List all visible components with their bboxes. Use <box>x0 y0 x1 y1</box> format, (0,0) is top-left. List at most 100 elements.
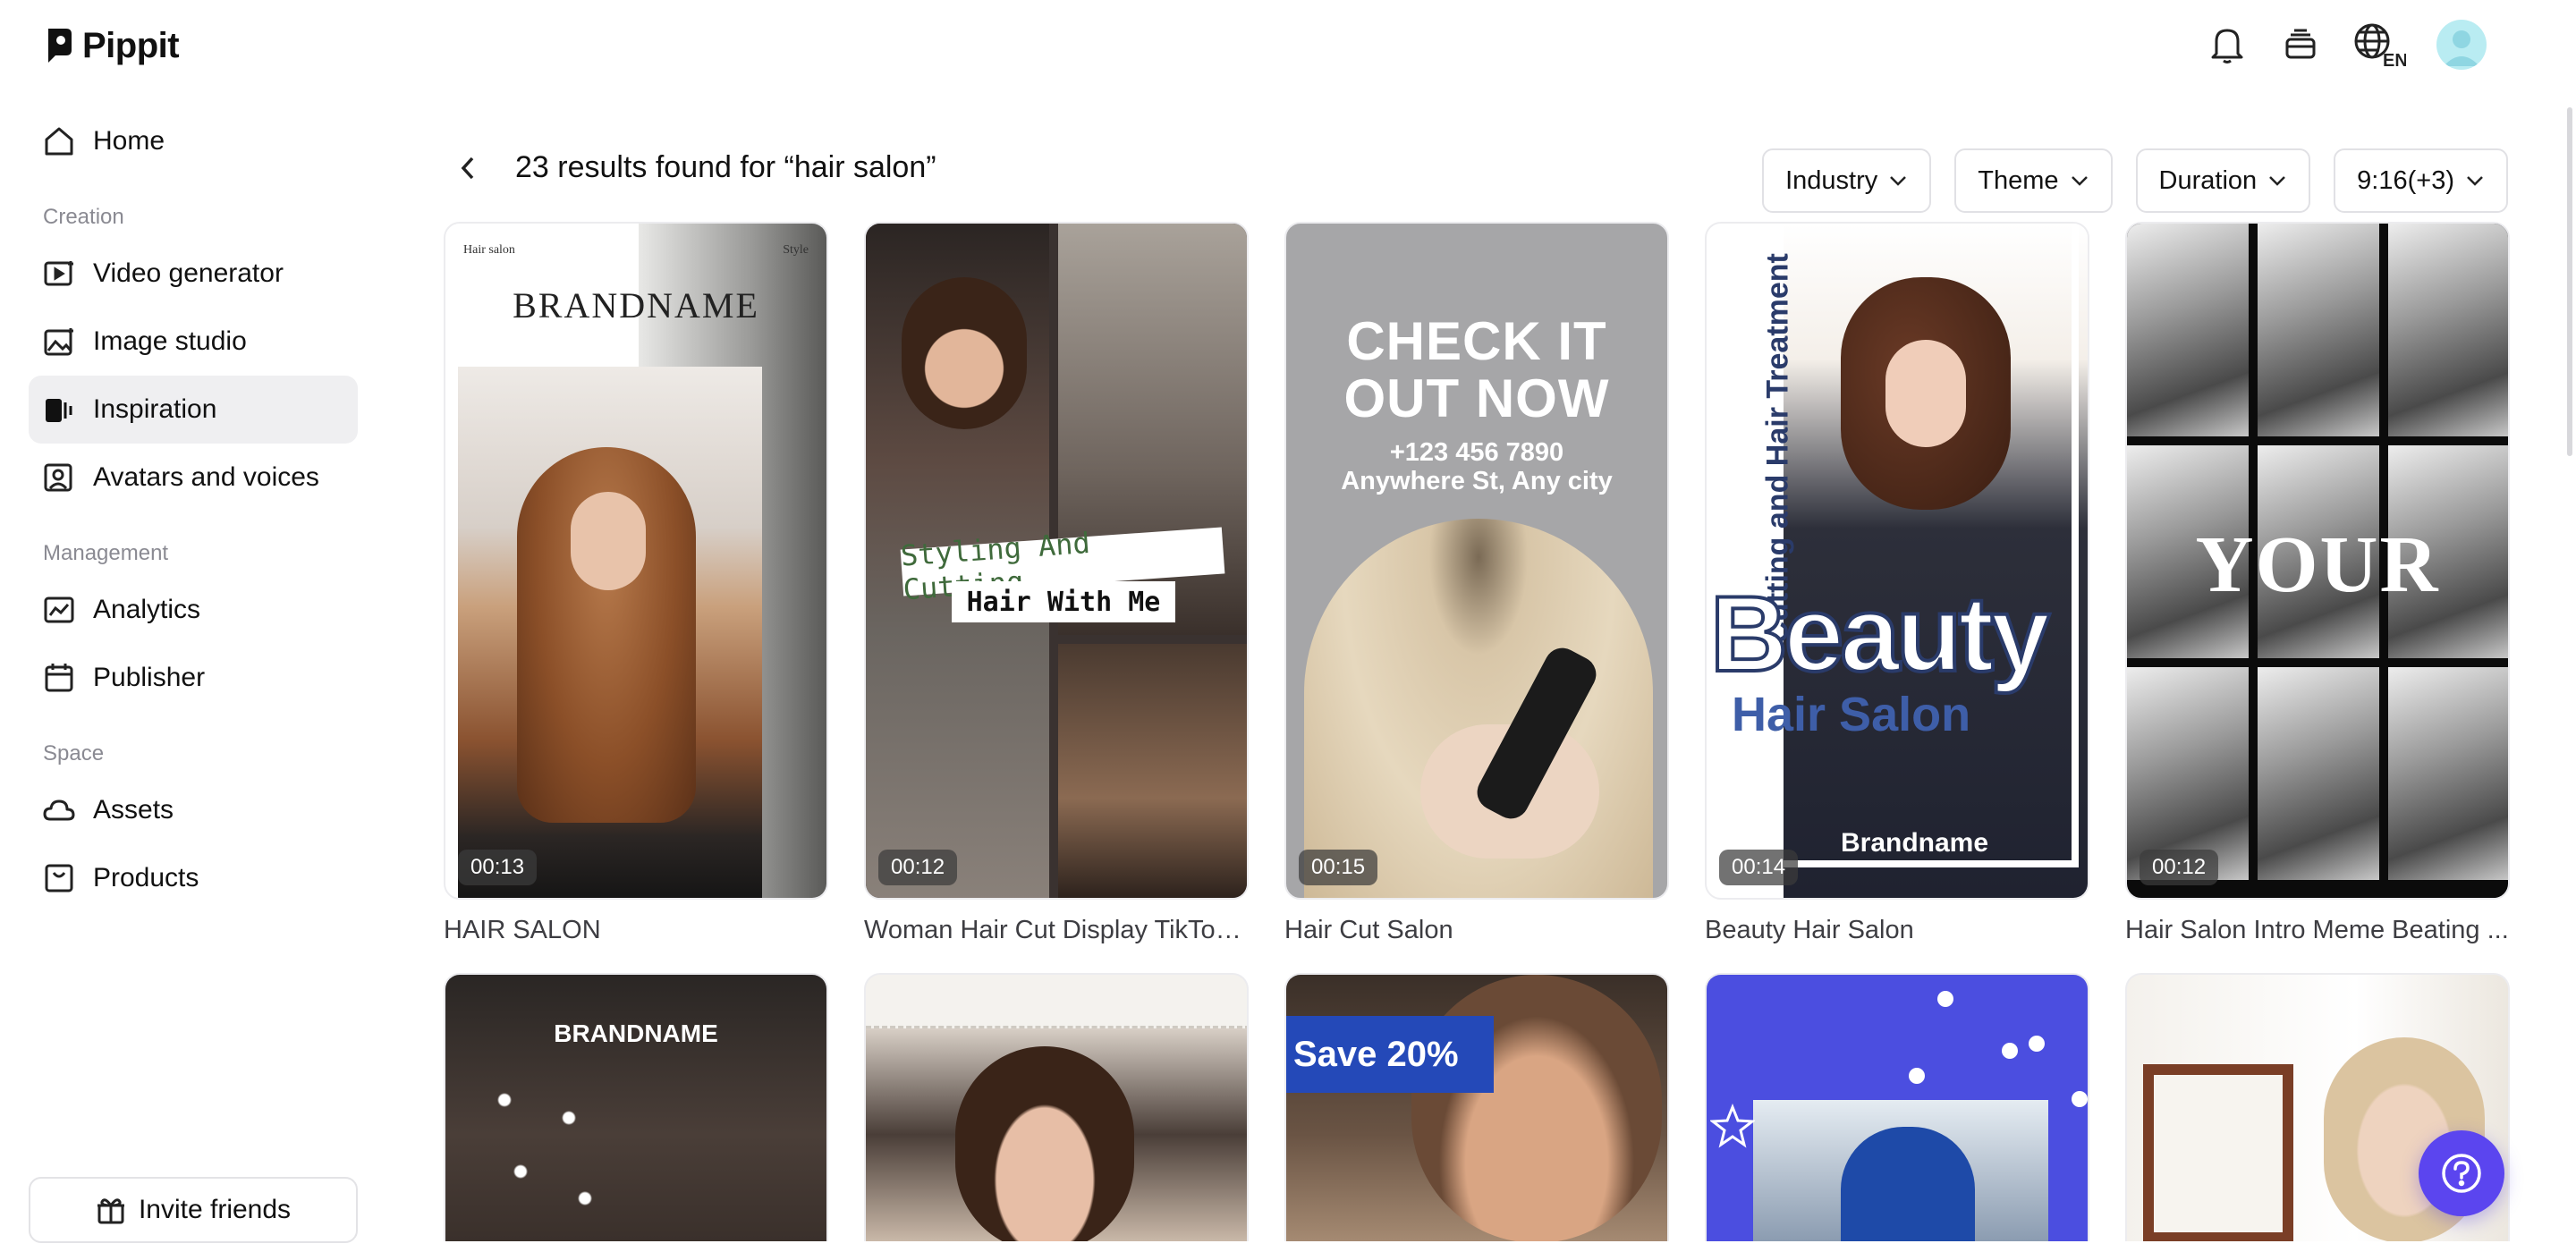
template-thumbnail[interactable] <box>864 973 1249 1241</box>
section-label-management: Management <box>43 541 169 565</box>
overlay-text: Hair Salon <box>1732 688 1971 741</box>
layers-icon[interactable] <box>2279 23 2322 66</box>
template-card[interactable]: Styling And Cutting Hair With Me 00:12 W… <box>864 222 1249 948</box>
overlay-text: Beauty <box>1708 572 2052 696</box>
template-thumbnail[interactable]: Styling And Cutting Hair With Me 00:12 <box>864 222 1249 900</box>
sidebar-item-label: Publisher <box>93 663 206 692</box>
sidebar-item-assets[interactable]: Assets <box>29 776 358 844</box>
sidebar-item-publisher[interactable]: Publisher <box>29 644 358 712</box>
template-title[interactable]: HAIR SALON <box>444 916 828 948</box>
filter-label: Industry <box>1785 165 1878 195</box>
chevron-down-icon <box>2071 176 2088 186</box>
topbar-actions: EN <box>2206 20 2487 70</box>
sidebar-item-label: Assets <box>93 795 174 825</box>
sidebar-item-label: Video generator <box>93 258 284 288</box>
template-card[interactable]: YOUR 00:12 Hair Salon Intro Meme Beating… <box>2125 222 2510 948</box>
globe-language-icon[interactable]: EN <box>2352 23 2406 68</box>
section-label-creation: Creation <box>43 205 124 229</box>
calendar-icon <box>43 662 75 694</box>
sidebar-item-image-studio[interactable]: Image studio <box>29 308 358 376</box>
overlay-text: Hair salon <box>463 243 515 257</box>
section-label-space: Space <box>43 741 105 766</box>
language-label: EN <box>2383 51 2406 68</box>
invite-friends-button[interactable]: Invite friends <box>29 1177 358 1243</box>
sidebar-item-inspiration[interactable]: Inspiration <box>29 376 358 444</box>
image-studio-icon <box>43 326 75 358</box>
chevron-down-icon <box>2269 176 2286 186</box>
duration-badge: 00:12 <box>2140 850 2219 885</box>
filter-duration[interactable]: Duration <box>2135 148 2311 213</box>
template-thumbnail[interactable]: Cutting and Hair Treatment Beauty Hair S… <box>1705 222 2089 900</box>
template-thumbnail[interactable]: Save 20% <box>1284 973 1669 1241</box>
overlay-text: Style <box>783 243 809 257</box>
bell-icon[interactable] <box>2206 23 2249 66</box>
sidebar-item-products[interactable]: Products <box>29 844 358 912</box>
template-card[interactable]: BRANDNAME <box>444 973 828 1241</box>
template-card[interactable]: Hair salon Style BRANDNAME 00:13 HAIR SA… <box>444 222 828 948</box>
scrollbar-thumb[interactable] <box>2567 107 2572 456</box>
home-icon <box>43 125 75 157</box>
template-thumbnail[interactable]: CHECK IT OUT NOW +123 456 7890 Anywhere … <box>1284 222 1669 900</box>
template-thumbnail[interactable]: YOUR 00:12 <box>2125 222 2510 900</box>
overlay-text: Brandname <box>1841 828 1989 858</box>
avatar[interactable] <box>2436 20 2487 70</box>
sidebar-item-label: Analytics <box>93 595 201 624</box>
template-card[interactable]: Save 20% <box>1284 973 1669 1241</box>
page-scrollbar[interactable] <box>2563 107 2576 456</box>
chevron-left-icon <box>461 156 474 180</box>
template-title[interactable]: Beauty Hair Salon <box>1705 916 2089 948</box>
app-logo[interactable]: Pippit <box>43 23 180 68</box>
cloud-icon <box>43 794 75 826</box>
overlay-text: BRANDNAME <box>513 285 759 326</box>
filter-label: 9:16(+3) <box>2357 165 2454 195</box>
sidebar-item-label: Avatars and voices <box>93 462 319 492</box>
pippit-logo-icon <box>48 29 72 63</box>
template-title[interactable]: Hair Cut Salon <box>1284 916 1669 948</box>
products-icon <box>43 862 75 894</box>
filter-bar: Industry Theme Duration 9:16(+3) <box>1762 148 2508 213</box>
sidebar-item-label: Home <box>93 126 165 156</box>
duration-badge: 00:15 <box>1299 850 1378 885</box>
sidebar-item-avatars-and-voices[interactable]: Avatars and voices <box>29 444 358 512</box>
help-button[interactable] <box>2419 1130 2504 1216</box>
sidebar-item-home[interactable]: Home <box>29 107 358 175</box>
duration-badge: 00:14 <box>1719 850 1799 885</box>
chevron-down-icon <box>2467 176 2483 186</box>
overlay-text: BRANDNAME <box>554 1019 718 1047</box>
star-icon <box>1710 1104 1755 1148</box>
filter-aspect-ratio[interactable]: 9:16(+3) <box>2334 148 2508 213</box>
app-name: Pippit <box>82 25 180 65</box>
template-title[interactable]: Woman Hair Cut Display TikTok ... <box>864 916 1249 948</box>
filter-label: Theme <box>1978 165 2059 195</box>
app-root: Pippit EN Home Creation Video generator … <box>0 0 2576 1252</box>
filter-theme[interactable]: Theme <box>1954 148 2113 213</box>
template-thumbnail[interactable]: BRANDNAME <box>444 973 828 1241</box>
analytics-icon <box>43 594 75 626</box>
sidebar-item-label: Inspiration <box>93 394 217 424</box>
sidebar-item-label: Image studio <box>93 326 247 356</box>
sidebar-item-analytics[interactable]: Analytics <box>29 576 358 644</box>
template-card[interactable]: CHECK IT OUT NOW +123 456 7890 Anywhere … <box>1284 222 1669 948</box>
overlay-text: +123 456 7890 <box>1389 438 1564 467</box>
sidebar: Home Creation Video generator Image stud… <box>29 107 358 1243</box>
help-question-icon <box>2442 1154 2481 1193</box>
template-title[interactable]: Hair Salon Intro Meme Beating ... <box>2125 916 2510 948</box>
overlay-text: CHECK IT OUT NOW <box>1343 311 1610 428</box>
overlay-text: Save 20% <box>1286 1016 1494 1093</box>
filter-industry[interactable]: Industry <box>1762 148 1932 213</box>
template-thumbnail[interactable] <box>1705 973 2089 1241</box>
template-thumbnail[interactable]: Hair salon Style BRANDNAME 00:13 <box>444 222 828 900</box>
overlay-text: Anywhere St, Any city <box>1341 467 1613 495</box>
template-card[interactable] <box>1705 973 2089 1241</box>
chevron-down-icon <box>1890 176 1907 186</box>
video-generator-icon <box>43 258 75 290</box>
sidebar-item-video-generator[interactable]: Video generator <box>29 240 358 308</box>
overlay-text: YOUR <box>2195 520 2440 609</box>
back-button[interactable] <box>452 148 484 188</box>
sidebar-item-label: Products <box>93 863 199 892</box>
template-card[interactable]: Cutting and Hair Treatment Beauty Hair S… <box>1705 222 2089 948</box>
duration-badge: 00:12 <box>878 850 958 885</box>
filter-label: Duration <box>2158 165 2258 195</box>
invite-friends-label: Invite friends <box>138 1195 292 1224</box>
template-card[interactable] <box>864 973 1249 1241</box>
